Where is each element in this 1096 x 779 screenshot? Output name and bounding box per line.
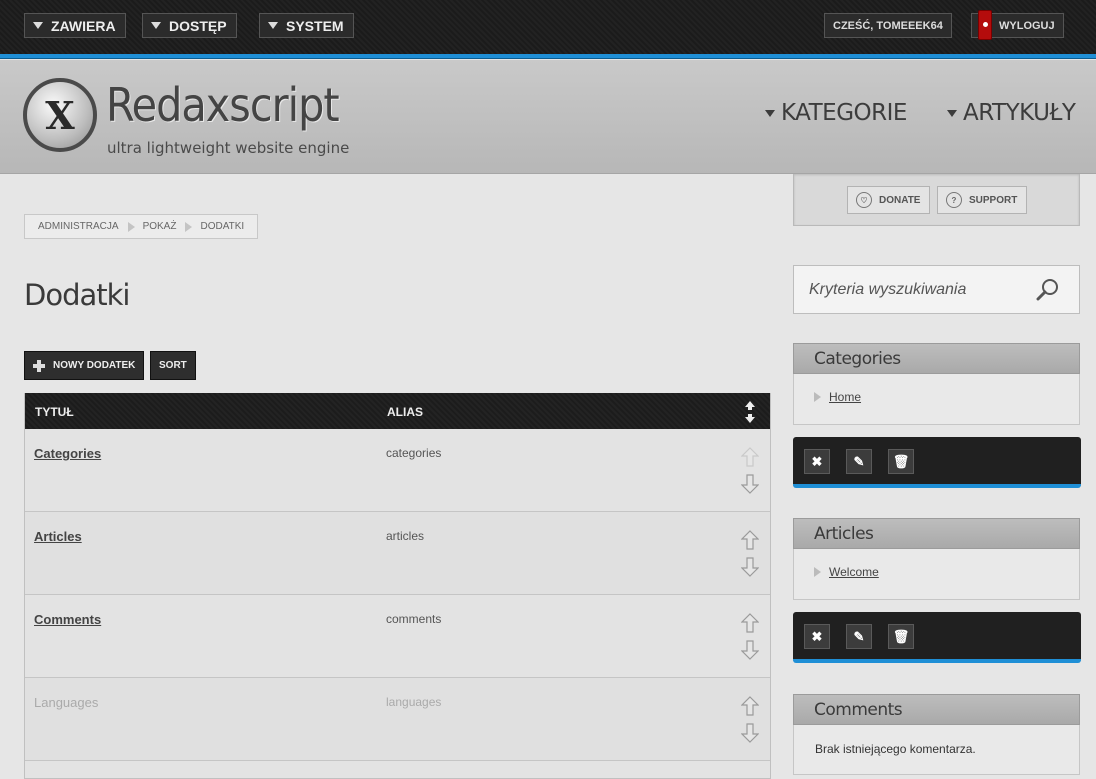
search-placeholder: Kryteria wyszukiwania bbox=[809, 281, 967, 298]
question-icon: ? bbox=[946, 192, 962, 208]
heart-icon: ♡ bbox=[856, 192, 872, 208]
articles-box-title: Articles bbox=[793, 518, 1080, 549]
site-header: X Redaxscript ultra lightweight website … bbox=[0, 60, 1096, 174]
table-header: TYTUŁ ALIAS bbox=[25, 393, 770, 429]
pencil-icon[interactable]: ✎ bbox=[846, 449, 872, 474]
move-down-icon[interactable] bbox=[741, 723, 759, 743]
link-label: Home bbox=[829, 390, 862, 404]
bullet-triangle-icon bbox=[814, 567, 821, 577]
dropdown-triangle-icon bbox=[765, 109, 775, 117]
breadcrumb-item-pokaz[interactable]: POKAŻ bbox=[143, 221, 177, 232]
breadcrumb: ADMINISTRACJA POKAŻ DODATKI bbox=[24, 214, 259, 239]
dropdown-triangle-icon bbox=[947, 109, 957, 117]
trash-icon[interactable]: 🗑 bbox=[888, 449, 914, 474]
module-title-link[interactable]: Articles bbox=[34, 529, 82, 544]
module-alias: categories bbox=[386, 446, 442, 460]
link-label: Welcome bbox=[829, 565, 879, 579]
module-title-link[interactable]: Categories bbox=[34, 446, 101, 461]
move-down-icon[interactable] bbox=[741, 640, 759, 660]
table-row: Categories categories bbox=[25, 429, 770, 512]
dropdown-triangle-icon bbox=[33, 22, 43, 29]
table-row bbox=[25, 761, 770, 778]
nav-label: ARTYKUŁY bbox=[963, 100, 1076, 126]
breadcrumb-item-administracja[interactable]: ADMINISTRACJA bbox=[38, 221, 119, 232]
nav-artykuly[interactable]: ARTYKUŁY bbox=[947, 100, 1076, 126]
nav-label: KATEGORIE bbox=[781, 100, 907, 126]
greeting-profile-link[interactable]: CZEŚĆ, TOMEEEK64 bbox=[824, 13, 952, 38]
module-alias: articles bbox=[386, 529, 425, 543]
new-module-label: NOWY DODATEK bbox=[53, 360, 136, 371]
site-slogan: ultra lightweight website engine bbox=[107, 139, 350, 157]
module-title-link[interactable]: Comments bbox=[34, 612, 101, 627]
logout-label: WYLOGUJ bbox=[999, 19, 1055, 32]
donate-button[interactable]: ♡ DONATE bbox=[847, 186, 931, 214]
dropdown-triangle-icon bbox=[151, 22, 161, 29]
new-module-button[interactable]: NOWY DODATEK bbox=[24, 351, 145, 380]
close-icon[interactable]: ✖ bbox=[804, 449, 830, 474]
menu-zawiera-button[interactable]: ZAWIERA bbox=[24, 13, 126, 38]
sort-arrows-icon[interactable] bbox=[745, 401, 755, 423]
support-label: SUPPORT bbox=[969, 194, 1018, 206]
plus-icon bbox=[33, 359, 45, 372]
menu-dostep-button[interactable]: DOSTĘP bbox=[142, 13, 237, 38]
articles-box: Welcome bbox=[793, 549, 1080, 600]
move-up-icon[interactable] bbox=[741, 696, 759, 716]
column-header-alias: ALIAS bbox=[387, 405, 423, 419]
categories-box-title: Categories bbox=[793, 343, 1080, 374]
articles-toolbar: ✖ ✎ 🗑 bbox=[793, 612, 1081, 663]
help-box: ♡ DONATE ? SUPPORT bbox=[793, 174, 1080, 226]
modules-table: TYTUŁ ALIAS Categories categories Articl… bbox=[24, 393, 771, 779]
module-alias: comments bbox=[386, 612, 442, 626]
dropdown-triangle-icon bbox=[268, 22, 278, 29]
table-row: Languages languages bbox=[25, 678, 770, 761]
table-row: Comments comments bbox=[25, 595, 770, 678]
trash-icon[interactable]: 🗑 bbox=[888, 624, 914, 649]
breadcrumb-separator-icon bbox=[185, 221, 193, 232]
categories-box: Home bbox=[793, 374, 1080, 425]
column-header-title: TYTUŁ bbox=[35, 405, 74, 419]
donate-label: DONATE bbox=[879, 194, 921, 206]
nav-kategorie[interactable]: KATEGORIE bbox=[765, 100, 907, 126]
search-icon[interactable] bbox=[1036, 278, 1060, 302]
greeting-text: CZEŚĆ, TOMEEEK64 bbox=[833, 19, 943, 32]
module-title-link[interactable]: Languages bbox=[34, 695, 98, 710]
comments-box: Brak istniejącego komentarza. bbox=[793, 725, 1080, 775]
menu-label: DOSTĘP bbox=[169, 17, 227, 34]
no-comments-text: Brak istniejącego komentarza. bbox=[815, 742, 976, 756]
move-down-icon[interactable] bbox=[741, 557, 759, 577]
page-title: Dodatki bbox=[24, 278, 130, 312]
sort-button[interactable]: SORT bbox=[150, 351, 196, 380]
article-link-welcome[interactable]: Welcome bbox=[814, 565, 879, 579]
comments-box-title: Comments bbox=[793, 694, 1080, 725]
table-row: Articles articles bbox=[25, 512, 770, 595]
menu-label: SYSTEM bbox=[286, 17, 344, 34]
pencil-icon[interactable]: ✎ bbox=[846, 624, 872, 649]
move-up-icon[interactable] bbox=[741, 613, 759, 633]
category-link-home[interactable]: Home bbox=[814, 390, 862, 404]
site-brand[interactable]: Redaxscript bbox=[106, 78, 340, 132]
module-alias: languages bbox=[386, 695, 442, 709]
menu-system-button[interactable]: SYSTEM bbox=[259, 13, 354, 38]
logout-indicator-icon bbox=[978, 10, 992, 40]
logo-letter: X bbox=[45, 92, 75, 138]
sort-label: SORT bbox=[159, 360, 187, 371]
breadcrumb-item-dodatki: DODATKI bbox=[200, 221, 245, 232]
close-icon[interactable]: ✖ bbox=[804, 624, 830, 649]
support-button[interactable]: ? SUPPORT bbox=[937, 186, 1028, 214]
search-input[interactable]: Kryteria wyszukiwania bbox=[793, 265, 1080, 314]
breadcrumb-separator-icon bbox=[127, 221, 135, 232]
menu-label: ZAWIERA bbox=[51, 17, 116, 34]
logo-icon[interactable]: X bbox=[23, 78, 97, 152]
move-up-icon[interactable] bbox=[741, 530, 759, 550]
admin-bar-divider bbox=[0, 54, 1096, 59]
bullet-triangle-icon bbox=[814, 392, 821, 402]
move-up-icon bbox=[741, 447, 759, 467]
categories-toolbar: ✖ ✎ 🗑 bbox=[793, 437, 1081, 488]
move-down-icon[interactable] bbox=[741, 474, 759, 494]
